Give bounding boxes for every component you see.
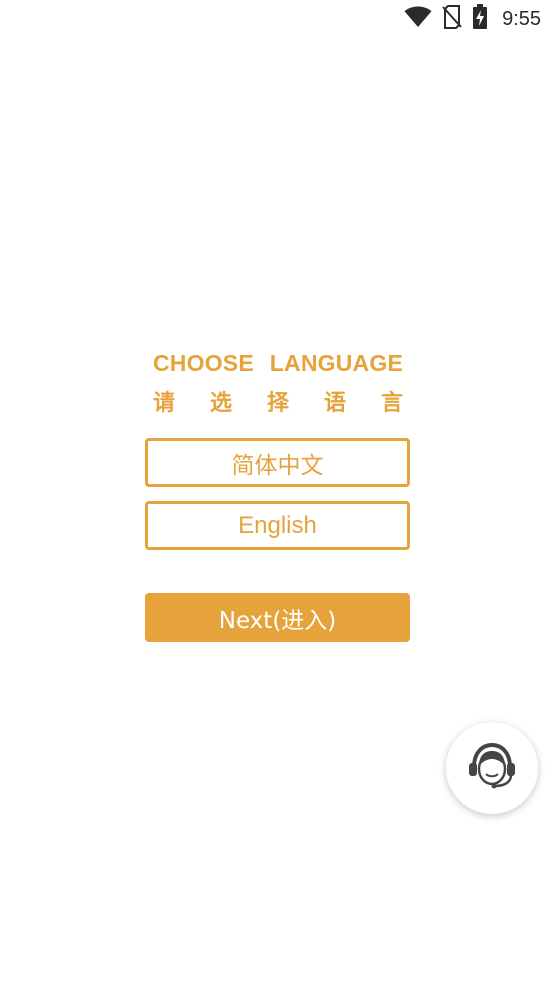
heading-char: 择 <box>266 391 289 416</box>
heading-chinese: 请 选 择 语 言 <box>153 385 403 417</box>
heading-word: CHOOSE <box>153 350 254 376</box>
wifi-icon <box>404 6 432 32</box>
customer-service-headset-icon <box>465 739 519 797</box>
simplified-chinese-button[interactable]: 简体中文 <box>145 438 410 487</box>
english-button[interactable]: English <box>145 501 410 550</box>
heading-char: 选 <box>209 391 232 416</box>
battery-charging-icon <box>472 4 488 34</box>
heading-english: CHOOSE LANGUAGE <box>153 350 403 377</box>
next-button[interactable]: Next(进入) <box>145 593 410 642</box>
no-sim-icon <box>442 5 462 33</box>
heading-char: 言 <box>380 391 403 416</box>
customer-service-button[interactable] <box>446 722 538 814</box>
heading-char: 请 <box>153 391 176 416</box>
status-bar: 9:55 <box>0 0 553 38</box>
status-time: 9:55 <box>502 7 541 30</box>
heading-char: 语 <box>323 391 346 416</box>
status-icons: 9:55 <box>404 4 541 34</box>
heading-word: LANGUAGE <box>269 350 403 376</box>
